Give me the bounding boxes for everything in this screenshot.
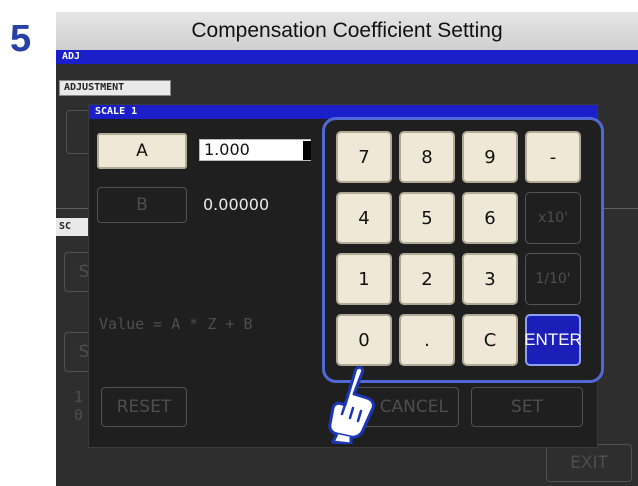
key-6[interactable]: 6 (462, 192, 518, 244)
key-3[interactable]: 3 (462, 253, 518, 305)
key-1[interactable]: 1 (336, 253, 392, 305)
key-decimal[interactable]: . (399, 314, 455, 366)
key-enter[interactable]: ENTER (524, 314, 582, 366)
formula-text: Value = A * Z + B (99, 315, 253, 333)
key-7[interactable]: 7 (336, 131, 392, 183)
key-divide-10[interactable]: 1/10' (525, 253, 581, 305)
key-4[interactable]: 4 (336, 192, 392, 244)
background-row-2: 0 (74, 406, 84, 424)
coefficient-a-input[interactable]: 1.000 (199, 139, 311, 161)
reset-button[interactable]: RESET (101, 387, 187, 427)
key-2[interactable]: 2 (399, 253, 455, 305)
numeric-keypad: 7 8 9 - 4 5 6 x10' 1 2 3 1/10' 0 . C ENT… (322, 117, 604, 383)
set-button[interactable]: SET (471, 387, 583, 427)
coefficient-a-button[interactable]: A (97, 133, 187, 169)
step-number: 5 (10, 18, 32, 60)
coefficient-b-value: 0.00000 (203, 195, 270, 214)
key-0[interactable]: 0 (336, 314, 392, 366)
section-title: Compensation Coefficient Setting (191, 19, 503, 42)
key-8[interactable]: 8 (399, 131, 455, 183)
pointing-hand-icon (328, 365, 375, 444)
key-times-10[interactable]: x10' (525, 192, 581, 244)
coefficient-b-label: B (136, 195, 148, 215)
section-header: Compensation Coefficient Setting (56, 12, 638, 50)
key-9[interactable]: 9 (462, 131, 518, 183)
dialog-title: SCALE 1 (95, 106, 138, 117)
reset-button-label: RESET (116, 397, 172, 417)
coefficient-b-button[interactable]: B (97, 187, 187, 223)
cancel-button-label: CANCEL (379, 397, 448, 417)
screen-title: ADJ (62, 51, 81, 62)
background-row-1: 1 (74, 388, 84, 406)
key-5[interactable]: 5 (399, 192, 455, 244)
set-button-label: SET (511, 397, 543, 417)
tab-adjustment[interactable]: ADJUSTMENT (59, 80, 171, 96)
exit-button[interactable]: EXIT (546, 444, 632, 482)
screen-title-bar: ADJ (56, 50, 638, 64)
key-minus[interactable]: - (525, 131, 581, 183)
key-clear[interactable]: C (462, 314, 518, 366)
exit-button-label: EXIT (570, 453, 608, 473)
text-cursor (303, 141, 311, 160)
